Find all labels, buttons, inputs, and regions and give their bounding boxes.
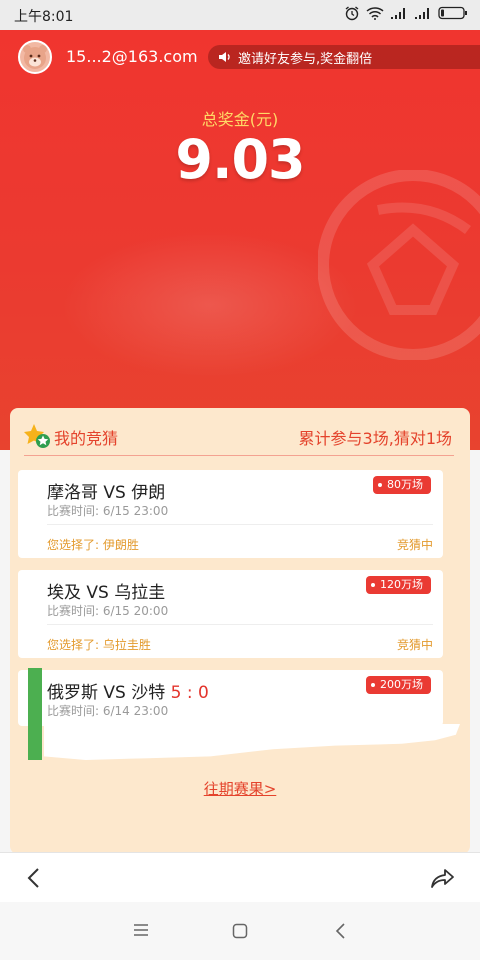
avatar[interactable] (18, 40, 52, 74)
wifi-icon (366, 7, 384, 20)
invite-text: 邀请好友参与,奖金翻倍 (238, 51, 373, 67)
match-name: 埃及 VS 乌拉圭 (47, 583, 166, 603)
match-name: 俄罗斯 VS 沙特 5 : 0 (47, 678, 209, 703)
match-time: 比赛时间: 6/15 23:00 (47, 504, 169, 518)
winner-strip (28, 668, 42, 760)
match-card[interactable]: 俄罗斯 VS 沙特 5 : 0 比赛时间: 6/14 23:00 200万场 (18, 670, 443, 726)
divider (47, 624, 433, 625)
star-badge-icon (24, 424, 50, 448)
match-time: 比赛时间: 6/15 20:00 (47, 604, 169, 618)
match-status: 竞猜中 (396, 638, 433, 652)
back-arrow-icon[interactable] (24, 867, 44, 889)
status-time: 上午8:01 (14, 9, 74, 25)
home-icon[interactable] (231, 922, 249, 940)
share-icon[interactable] (430, 867, 456, 889)
signal-icon (391, 8, 405, 19)
prize-pool-badge: 120万场 (366, 576, 431, 594)
prize-header: 15...2@163.com 邀请好友参与,奖金翻倍 总奖金(元) 9.03 (0, 30, 480, 450)
user-choice: 您选择了: 伊朗胜 (47, 538, 139, 552)
bear-avatar-icon (23, 45, 47, 69)
past-results-link[interactable]: 往期赛果> (0, 778, 480, 799)
total-prize-value: 9.03 (175, 128, 305, 191)
account-name: 15...2@163.com (66, 47, 198, 66)
match-score: 5 : 0 (170, 683, 209, 703)
match-card[interactable]: 埃及 VS 乌拉圭 比赛时间: 6/15 20:00 120万场 您选择了: 乌… (18, 570, 443, 658)
browser-toolbar (0, 852, 480, 902)
menu-icon[interactable] (132, 922, 150, 938)
football-watermark-icon (318, 170, 480, 360)
system-navigation-bar (0, 902, 480, 960)
total-prize-label: 总奖金(元) (201, 110, 279, 129)
user-choice: 您选择了: 乌拉圭胜 (47, 638, 151, 652)
divider (47, 524, 433, 525)
prize-pool-badge: 80万场 (373, 476, 431, 494)
alarm-icon (345, 6, 359, 21)
system-back-icon[interactable] (334, 922, 348, 940)
match-status: 竞猜中 (396, 538, 433, 552)
status-bar: 上午8:01 (0, 0, 480, 30)
prize-pool-badge: 200万场 (366, 676, 431, 694)
panel-title: 我的竞猜 (54, 429, 119, 448)
match-card[interactable]: 摩洛哥 VS 伊朗 比赛时间: 6/15 23:00 80万场 您选择了: 伊朗… (18, 470, 443, 558)
speaker-icon (219, 52, 230, 62)
panel-header: 我的竞猜 累计参与3场,猜对1场 (24, 422, 454, 456)
match-time: 比赛时间: 6/14 23:00 (47, 704, 169, 718)
participation-summary: 累计参与3场,猜对1场 (298, 429, 452, 448)
match-teams: 俄罗斯 VS 沙特 (47, 683, 166, 703)
invite-banner[interactable]: 邀请好友参与,奖金翻倍 (208, 45, 480, 69)
battery-icon (438, 6, 467, 20)
status-icons (344, 5, 468, 21)
signal-icon (415, 8, 429, 19)
match-name: 摩洛哥 VS 伊朗 (47, 483, 166, 503)
decorative-glow (60, 230, 360, 380)
